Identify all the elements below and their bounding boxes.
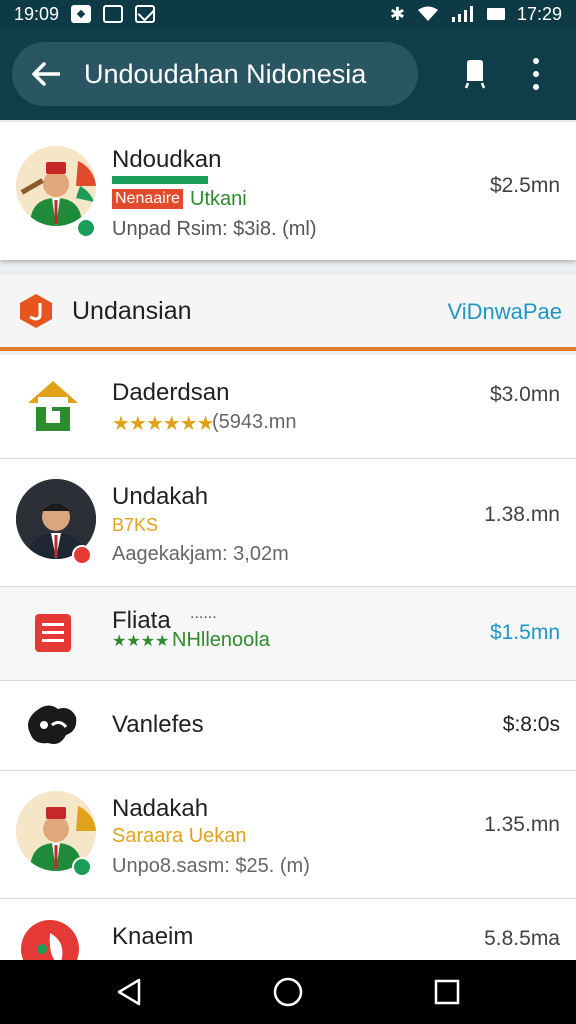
list-item-status-badge-icon — [72, 857, 92, 877]
list-item-tag: NHllenoola — [172, 629, 270, 651]
list-item-title: Knaeim — [112, 923, 194, 950]
list-item-tag: Saraara Uekan — [112, 825, 247, 847]
list-item[interactable]: Undakah B7KS Aagekakjam: 3,02m 1.38.mn — [0, 459, 576, 587]
list-item[interactable]: Daderdsan ★★★★★★ (5943.mn $3.0mn — [0, 355, 576, 459]
rating-stars: ★★★★★★ — [112, 413, 215, 435]
list-item[interactable]: Fliata ...... ★★★★ NHllenoola $1.5mn — [0, 587, 576, 681]
battery-icon — [486, 8, 505, 20]
section-view-all-link[interactable]: ViDnwaPae — [447, 299, 562, 325]
featured-highlight-bar — [112, 176, 208, 184]
featured-red-tag: Nenaaire — [112, 189, 183, 209]
bluetooth-icon: ✱ — [389, 3, 405, 24]
search-query-text: Undoudahan Nidonesia — [84, 58, 367, 89]
featured-green-tag: Utkani — [190, 188, 247, 210]
featured-title: Ndoudkan — [112, 146, 222, 173]
wifi-icon — [417, 6, 439, 22]
list-item-title: Vanlefes — [112, 711, 204, 738]
featured-avatar — [16, 146, 96, 226]
list-item-detail: Unpo8.sasm: $25. (m) — [112, 855, 310, 877]
more-options-icon[interactable] — [530, 58, 542, 90]
list-item[interactable]: Vanlefes $:8:0s — [0, 681, 576, 771]
nav-recents-icon[interactable] — [427, 972, 467, 1012]
signal-icon — [451, 6, 475, 22]
search-bar[interactable]: Undoudahan Nidonesia — [12, 42, 418, 106]
bookmark-icon[interactable] — [460, 57, 490, 91]
featured-card[interactable]: Ndoudkan $2.5mn Unpad Rsim: $3i8. (ml) — [0, 122, 576, 260]
featured-status-badge-icon — [76, 218, 96, 238]
status-time-right: 17:29 — [516, 3, 562, 24]
section-logo-icon — [18, 293, 54, 329]
list-item-price: 5.8.5ma — [484, 927, 560, 950]
building-icon — [26, 379, 80, 433]
section-title: Undansian — [72, 297, 192, 325]
list-item-title: Nadakah — [112, 795, 209, 822]
list-item-title-suffix: ...... — [190, 605, 217, 622]
list-item-price: $3.0mn — [489, 383, 560, 406]
map-blob-icon — [26, 701, 78, 749]
list-item-detail: (5943.mn — [212, 411, 297, 433]
back-arrow-icon[interactable] — [30, 58, 62, 90]
list-item[interactable]: Nadakah Saraara Uekan Unpo8.sasm: $25. (… — [0, 771, 576, 899]
list-item-status-badge-icon — [72, 545, 92, 565]
list-item-title: Undakah — [112, 483, 209, 510]
rating-stars: ★★★★ — [112, 633, 170, 650]
section-header: Undansian ViDnwaPae — [0, 275, 576, 351]
list-item-title: Daderdsan — [112, 379, 230, 406]
list-item-tag: B7KS — [112, 515, 159, 535]
featured-detail: Unpad Rsim: $3i8. (ml) — [112, 218, 317, 240]
list-item-price: $:8:0s — [502, 713, 560, 736]
list-item-detail: Aagekakjam: 3,02m — [112, 543, 289, 565]
featured-price: $2.5mn — [489, 174, 560, 197]
list-item-logo-icon — [20, 919, 80, 960]
nav-home-icon[interactable] — [268, 972, 308, 1012]
status-time-left: 19:09 — [14, 3, 60, 24]
mail-notification-icon — [135, 5, 156, 23]
list-item[interactable]: Knaeim 5.8.5ma — [0, 899, 576, 960]
list-item-price: 1.35.mn — [484, 813, 560, 836]
list-item-price: 1.38.mn — [484, 503, 560, 526]
system-navigation-bar — [0, 960, 576, 1024]
app-bar: Undoudahan Nidonesia — [0, 28, 576, 120]
document-icon — [34, 613, 72, 653]
nav-back-icon[interactable] — [109, 972, 149, 1012]
photo-notification-icon — [103, 5, 124, 23]
status-bar: 19:09 ✱ 17:29 — [0, 0, 576, 28]
list-item-price: $1.5mn — [489, 621, 560, 644]
notification-icon — [71, 5, 92, 23]
